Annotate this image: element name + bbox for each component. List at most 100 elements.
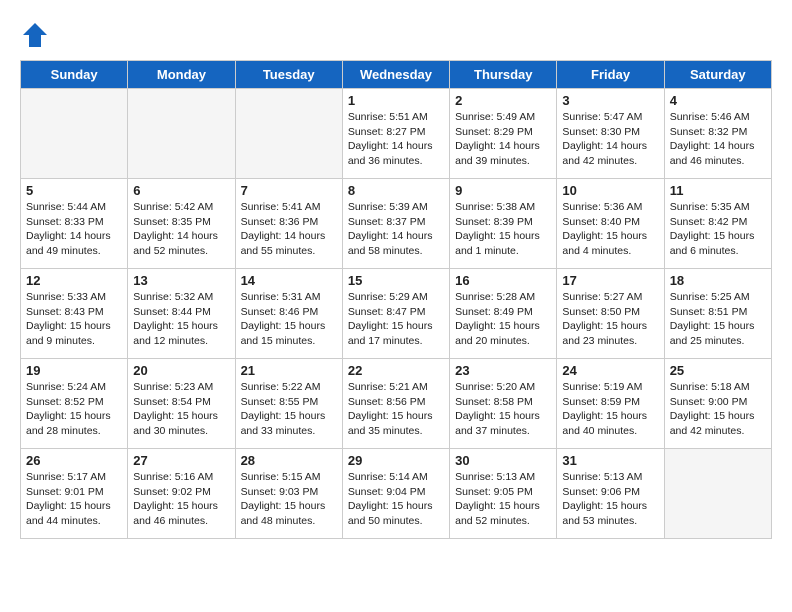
day-number: 25	[670, 363, 766, 378]
calendar-cell: 28 Sunrise: 5:15 AMSunset: 9:03 PMDayligh…	[235, 449, 342, 539]
header-thursday: Thursday	[450, 61, 557, 89]
day-number: 4	[670, 93, 766, 108]
day-number: 15	[348, 273, 444, 288]
day-info: Sunrise: 5:42 AMSunset: 8:35 PMDaylight:…	[133, 200, 229, 259]
day-number: 1	[348, 93, 444, 108]
day-number: 3	[562, 93, 658, 108]
day-number: 20	[133, 363, 229, 378]
day-info: Sunrise: 5:23 AMSunset: 8:54 PMDaylight:…	[133, 380, 229, 439]
header-sunday: Sunday	[21, 61, 128, 89]
day-number: 31	[562, 453, 658, 468]
day-info: Sunrise: 5:29 AMSunset: 8:47 PMDaylight:…	[348, 290, 444, 349]
day-info: Sunrise: 5:21 AMSunset: 8:56 PMDaylight:…	[348, 380, 444, 439]
day-number: 26	[26, 453, 122, 468]
calendar-week-row: 26 Sunrise: 5:17 AMSunset: 9:01 PMDayligh…	[21, 449, 772, 539]
day-number: 5	[26, 183, 122, 198]
day-info: Sunrise: 5:47 AMSunset: 8:30 PMDaylight:…	[562, 110, 658, 169]
header-tuesday: Tuesday	[235, 61, 342, 89]
day-number: 23	[455, 363, 551, 378]
day-info: Sunrise: 5:51 AMSunset: 8:27 PMDaylight:…	[348, 110, 444, 169]
day-info: Sunrise: 5:31 AMSunset: 8:46 PMDaylight:…	[241, 290, 337, 349]
calendar-week-row: 19 Sunrise: 5:24 AMSunset: 8:52 PMDayligh…	[21, 359, 772, 449]
day-number: 11	[670, 183, 766, 198]
calendar-cell: 13 Sunrise: 5:32 AMSunset: 8:44 PMDayligh…	[128, 269, 235, 359]
calendar-cell	[128, 89, 235, 179]
calendar-cell: 9 Sunrise: 5:38 AMSunset: 8:39 PMDaylight…	[450, 179, 557, 269]
day-info: Sunrise: 5:13 AMSunset: 9:05 PMDaylight:…	[455, 470, 551, 529]
day-info: Sunrise: 5:49 AMSunset: 8:29 PMDaylight:…	[455, 110, 551, 169]
header-monday: Monday	[128, 61, 235, 89]
calendar-cell: 19 Sunrise: 5:24 AMSunset: 8:52 PMDayligh…	[21, 359, 128, 449]
day-number: 30	[455, 453, 551, 468]
calendar-cell: 20 Sunrise: 5:23 AMSunset: 8:54 PMDayligh…	[128, 359, 235, 449]
day-number: 9	[455, 183, 551, 198]
calendar-cell	[664, 449, 771, 539]
day-number: 10	[562, 183, 658, 198]
calendar-header-row: SundayMondayTuesdayWednesdayThursdayFrid…	[21, 61, 772, 89]
calendar-cell: 15 Sunrise: 5:29 AMSunset: 8:47 PMDayligh…	[342, 269, 449, 359]
calendar-cell: 16 Sunrise: 5:28 AMSunset: 8:49 PMDayligh…	[450, 269, 557, 359]
day-info: Sunrise: 5:19 AMSunset: 8:59 PMDaylight:…	[562, 380, 658, 439]
calendar-cell: 17 Sunrise: 5:27 AMSunset: 8:50 PMDayligh…	[557, 269, 664, 359]
day-info: Sunrise: 5:28 AMSunset: 8:49 PMDaylight:…	[455, 290, 551, 349]
day-number: 8	[348, 183, 444, 198]
calendar-cell: 23 Sunrise: 5:20 AMSunset: 8:58 PMDayligh…	[450, 359, 557, 449]
header-saturday: Saturday	[664, 61, 771, 89]
calendar-cell: 3 Sunrise: 5:47 AMSunset: 8:30 PMDaylight…	[557, 89, 664, 179]
logo	[20, 20, 54, 50]
day-number: 7	[241, 183, 337, 198]
calendar-cell: 29Sunrise: 5:14 AMSunset: 9:04 PMDayligh…	[342, 449, 449, 539]
header-wednesday: Wednesday	[342, 61, 449, 89]
calendar-cell: 6 Sunrise: 5:42 AMSunset: 8:35 PMDaylight…	[128, 179, 235, 269]
day-info: Sunrise: 5:41 AMSunset: 8:36 PMDaylight:…	[241, 200, 337, 259]
calendar-cell: 1 Sunrise: 5:51 AMSunset: 8:27 PMDaylight…	[342, 89, 449, 179]
calendar-week-row: 1 Sunrise: 5:51 AMSunset: 8:27 PMDaylight…	[21, 89, 772, 179]
calendar-table: SundayMondayTuesdayWednesdayThursdayFrid…	[20, 60, 772, 539]
day-number: 22	[348, 363, 444, 378]
day-number: 24	[562, 363, 658, 378]
calendar-cell: 14Sunrise: 5:31 AMSunset: 8:46 PMDayligh…	[235, 269, 342, 359]
day-info: Sunrise: 5:15 AMSunset: 9:03 PMDaylight:…	[241, 470, 337, 529]
day-number: 13	[133, 273, 229, 288]
calendar-week-row: 5 Sunrise: 5:44 AMSunset: 8:33 PMDaylight…	[21, 179, 772, 269]
day-info: Sunrise: 5:20 AMSunset: 8:58 PMDaylight:…	[455, 380, 551, 439]
calendar-cell: 18Sunrise: 5:25 AMSunset: 8:51 PMDayligh…	[664, 269, 771, 359]
calendar-cell: 11 Sunrise: 5:35 AMSunset: 8:42 PMDayligh…	[664, 179, 771, 269]
day-number: 28	[241, 453, 337, 468]
day-info: Sunrise: 5:13 AMSunset: 9:06 PMDaylight:…	[562, 470, 658, 529]
day-info: Sunrise: 5:27 AMSunset: 8:50 PMDaylight:…	[562, 290, 658, 349]
day-info: Sunrise: 5:18 AMSunset: 9:00 PMDaylight:…	[670, 380, 766, 439]
day-number: 12	[26, 273, 122, 288]
day-info: Sunrise: 5:44 AMSunset: 8:33 PMDaylight:…	[26, 200, 122, 259]
day-info: Sunrise: 5:22 AMSunset: 8:55 PMDaylight:…	[241, 380, 337, 439]
day-number: 27	[133, 453, 229, 468]
calendar-cell: 27Sunrise: 5:16 AMSunset: 9:02 PMDayligh…	[128, 449, 235, 539]
day-number: 19	[26, 363, 122, 378]
calendar-cell: 25 Sunrise: 5:18 AMSunset: 9:00 PMDayligh…	[664, 359, 771, 449]
logo-icon	[20, 20, 50, 50]
day-info: Sunrise: 5:24 AMSunset: 8:52 PMDaylight:…	[26, 380, 122, 439]
day-info: Sunrise: 5:35 AMSunset: 8:42 PMDaylight:…	[670, 200, 766, 259]
day-number: 6	[133, 183, 229, 198]
day-info: Sunrise: 5:32 AMSunset: 8:44 PMDaylight:…	[133, 290, 229, 349]
calendar-cell: 7 Sunrise: 5:41 AMSunset: 8:36 PMDaylight…	[235, 179, 342, 269]
calendar-cell: 8Sunrise: 5:39 AMSunset: 8:37 PMDaylight…	[342, 179, 449, 269]
calendar-cell: 5 Sunrise: 5:44 AMSunset: 8:33 PMDaylight…	[21, 179, 128, 269]
calendar-week-row: 12 Sunrise: 5:33 AMSunset: 8:43 PMDayligh…	[21, 269, 772, 359]
day-number: 17	[562, 273, 658, 288]
day-info: Sunrise: 5:38 AMSunset: 8:39 PMDaylight:…	[455, 200, 551, 259]
day-info: Sunrise: 5:17 AMSunset: 9:01 PMDaylight:…	[26, 470, 122, 529]
day-number: 16	[455, 273, 551, 288]
calendar-cell: 22 Sunrise: 5:21 AMSunset: 8:56 PMDayligh…	[342, 359, 449, 449]
calendar-cell: 31 Sunrise: 5:13 AMSunset: 9:06 PMDayligh…	[557, 449, 664, 539]
day-number: 29	[348, 453, 444, 468]
day-number: 2	[455, 93, 551, 108]
calendar-cell: 21 Sunrise: 5:22 AMSunset: 8:55 PMDayligh…	[235, 359, 342, 449]
calendar-cell: 2 Sunrise: 5:49 AMSunset: 8:29 PMDaylight…	[450, 89, 557, 179]
day-number: 18	[670, 273, 766, 288]
day-number: 21	[241, 363, 337, 378]
day-info: Sunrise: 5:33 AMSunset: 8:43 PMDaylight:…	[26, 290, 122, 349]
calendar-cell	[21, 89, 128, 179]
day-info: Sunrise: 5:36 AMSunset: 8:40 PMDaylight:…	[562, 200, 658, 259]
calendar-cell: 30 Sunrise: 5:13 AMSunset: 9:05 PMDayligh…	[450, 449, 557, 539]
